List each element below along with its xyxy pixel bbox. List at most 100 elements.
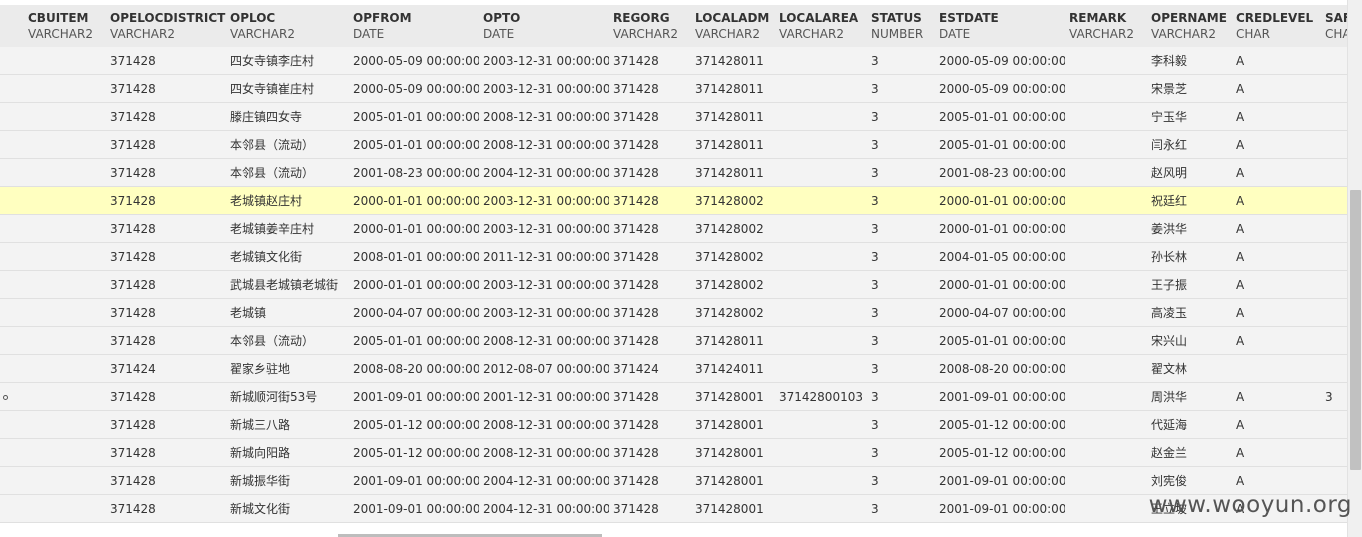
cell-cbuitem[interactable] — [28, 271, 106, 298]
cell-localarea[interactable] — [779, 75, 867, 102]
cell-credlevel[interactable]: A — [1236, 383, 1321, 410]
cell-localarea[interactable] — [779, 215, 867, 242]
cell-localarea[interactable] — [779, 187, 867, 214]
cell-opto[interactable]: 2003-12-31 00:00:00 — [483, 187, 609, 214]
cell-opername[interactable]: 姜洪华 — [1151, 215, 1232, 242]
cell-opername[interactable]: 高凌玉 — [1151, 299, 1232, 326]
cell-credlevel[interactable]: A — [1236, 271, 1321, 298]
cell-estdate[interactable]: 2001-09-01 00:00:00 — [939, 467, 1065, 494]
cell-estdate[interactable]: 2001-09-01 00:00:00 — [939, 495, 1065, 522]
cell-oploc[interactable]: 武城县老城镇老城街 — [230, 271, 349, 298]
cell-opfrom[interactable]: 2000-01-01 00:00:00 — [353, 187, 479, 214]
cell-cbuitem[interactable] — [28, 299, 106, 326]
cell-opelocdistrict[interactable]: 371428 — [110, 411, 226, 438]
cell-opto[interactable]: 2003-12-31 00:00:00 — [483, 299, 609, 326]
cell-remark[interactable] — [1069, 75, 1147, 102]
cell-regorg[interactable]: 371428 — [613, 243, 691, 270]
cell-opto[interactable]: 2008-12-31 00:00:00 — [483, 131, 609, 158]
cell-status[interactable]: 3 — [871, 131, 935, 158]
cell-opfrom[interactable]: 2000-01-01 00:00:00 — [353, 271, 479, 298]
table-row[interactable]: 371428 四女寺镇崔庄村 2000-05-09 00:00:00 2003-12-… — [0, 75, 1348, 103]
cell-status[interactable]: 3 — [871, 215, 935, 242]
cell-localadm[interactable]: 371428011 — [695, 47, 775, 74]
cell-status[interactable]: 3 — [871, 467, 935, 494]
cell-opername[interactable]: 孙长林 — [1151, 243, 1232, 270]
cell-remark[interactable] — [1069, 271, 1147, 298]
cell-status[interactable]: 3 — [871, 159, 935, 186]
cell-saf[interactable] — [1325, 47, 1344, 74]
cell-localadm[interactable]: 371428002 — [695, 299, 775, 326]
column-header-status[interactable]: STATUS NUMBER — [871, 5, 939, 47]
cell-remark[interactable] — [1069, 467, 1147, 494]
table-row[interactable]: 371428 本邻县（流动） 2005-01-01 00:00:00 2008-12-… — [0, 327, 1348, 355]
cell-oploc[interactable]: 新城三八路 — [230, 411, 349, 438]
table-row[interactable]: 371428 新城振华街 2001-09-01 00:00:00 2004-12-31… — [0, 467, 1348, 495]
cell-opto[interactable]: 2008-12-31 00:00:00 — [483, 327, 609, 354]
table-row[interactable]: 371428 老城镇文化街 2008-01-01 00:00:00 2011-12-3… — [0, 243, 1348, 271]
cell-localarea[interactable] — [779, 131, 867, 158]
cell-localadm[interactable]: 371424011 — [695, 355, 775, 382]
cell-estdate[interactable]: 2001-08-23 00:00:00 — [939, 159, 1065, 186]
cell-oploc[interactable]: 老城镇赵庄村 — [230, 187, 349, 214]
cell-localarea[interactable] — [779, 271, 867, 298]
cell-localarea[interactable] — [779, 299, 867, 326]
cell-cbuitem[interactable] — [28, 243, 106, 270]
table-row[interactable]: 371428 滕庄镇四女寺 2005-01-01 00:00:00 2008-12-3… — [0, 103, 1348, 131]
cell-credlevel[interactable] — [1236, 355, 1321, 382]
cell-saf[interactable] — [1325, 467, 1344, 494]
cell-saf[interactable] — [1325, 103, 1344, 130]
vertical-scroll-thumb[interactable] — [1350, 190, 1361, 470]
cell-opto[interactable]: 2008-12-31 00:00:00 — [483, 103, 609, 130]
cell-remark[interactable] — [1069, 383, 1147, 410]
cell-oploc[interactable]: 四女寺镇崔庄村 — [230, 75, 349, 102]
cell-regorg[interactable]: 371428 — [613, 271, 691, 298]
cell-oploc[interactable]: 新城振华街 — [230, 467, 349, 494]
cell-cbuitem[interactable] — [28, 159, 106, 186]
cell-opelocdistrict[interactable]: 371428 — [110, 47, 226, 74]
cell-credlevel[interactable]: A — [1236, 327, 1321, 354]
cell-opername[interactable]: 刘宪俊 — [1151, 467, 1232, 494]
column-header-opername[interactable]: OPERNAME VARCHAR2 — [1151, 5, 1236, 47]
table-row[interactable]: 371428 新城顺河街53号 2001-09-01 00:00:00 2001-12… — [0, 383, 1348, 411]
cell-remark[interactable] — [1069, 411, 1147, 438]
cell-saf[interactable] — [1325, 243, 1344, 270]
cell-regorg[interactable]: 371428 — [613, 467, 691, 494]
cell-localadm[interactable]: 371428002 — [695, 187, 775, 214]
cell-estdate[interactable]: 2000-05-09 00:00:00 — [939, 47, 1065, 74]
cell-cbuitem[interactable] — [28, 355, 106, 382]
cell-localadm[interactable]: 371428002 — [695, 215, 775, 242]
cell-opername[interactable]: 赵风明 — [1151, 159, 1232, 186]
cell-oploc[interactable]: 新城向阳路 — [230, 439, 349, 466]
cell-oploc[interactable]: 老城镇 — [230, 299, 349, 326]
cell-saf[interactable] — [1325, 271, 1344, 298]
cell-credlevel[interactable]: A — [1236, 75, 1321, 102]
cell-localadm[interactable]: 371428002 — [695, 271, 775, 298]
table-row[interactable]: 371428 武城县老城镇老城街 2000-01-01 00:00:00 2003-1… — [0, 271, 1348, 299]
cell-localadm[interactable]: 371428001 — [695, 383, 775, 410]
cell-localarea[interactable] — [779, 103, 867, 130]
cell-opfrom[interactable]: 2001-09-01 00:00:00 — [353, 467, 479, 494]
cell-opelocdistrict[interactable]: 371428 — [110, 131, 226, 158]
column-header-opelocdistrict[interactable]: OPELOCDISTRICT VARCHAR2 — [110, 5, 230, 47]
cell-remark[interactable] — [1069, 215, 1147, 242]
cell-opelocdistrict[interactable]: 371428 — [110, 467, 226, 494]
cell-opto[interactable]: 2003-12-31 00:00:00 — [483, 271, 609, 298]
cell-cbuitem[interactable] — [28, 467, 106, 494]
cell-credlevel[interactable]: A — [1236, 299, 1321, 326]
cell-opfrom[interactable]: 2005-01-12 00:00:00 — [353, 439, 479, 466]
column-header-remark[interactable]: REMARK VARCHAR2 — [1069, 5, 1151, 47]
cell-regorg[interactable]: 371428 — [613, 159, 691, 186]
cell-opelocdistrict[interactable]: 371424 — [110, 355, 226, 382]
cell-opfrom[interactable]: 2001-09-01 00:00:00 — [353, 495, 479, 522]
table-row[interactable]: 371428 新城三八路 2005-01-12 00:00:00 2008-12-31… — [0, 411, 1348, 439]
cell-credlevel[interactable]: A — [1236, 131, 1321, 158]
cell-oploc[interactable]: 本邻县（流动） — [230, 159, 349, 186]
table-row[interactable]: 371428 老城镇 2000-04-07 00:00:00 2003-12-31 0… — [0, 299, 1348, 327]
cell-status[interactable]: 3 — [871, 439, 935, 466]
cell-estdate[interactable]: 2004-01-05 00:00:00 — [939, 243, 1065, 270]
cell-oploc[interactable]: 本邻县（流动） — [230, 327, 349, 354]
cell-estdate[interactable]: 2000-04-07 00:00:00 — [939, 299, 1065, 326]
cell-saf[interactable] — [1325, 75, 1344, 102]
cell-status[interactable]: 3 — [871, 355, 935, 382]
cell-cbuitem[interactable] — [28, 383, 106, 410]
